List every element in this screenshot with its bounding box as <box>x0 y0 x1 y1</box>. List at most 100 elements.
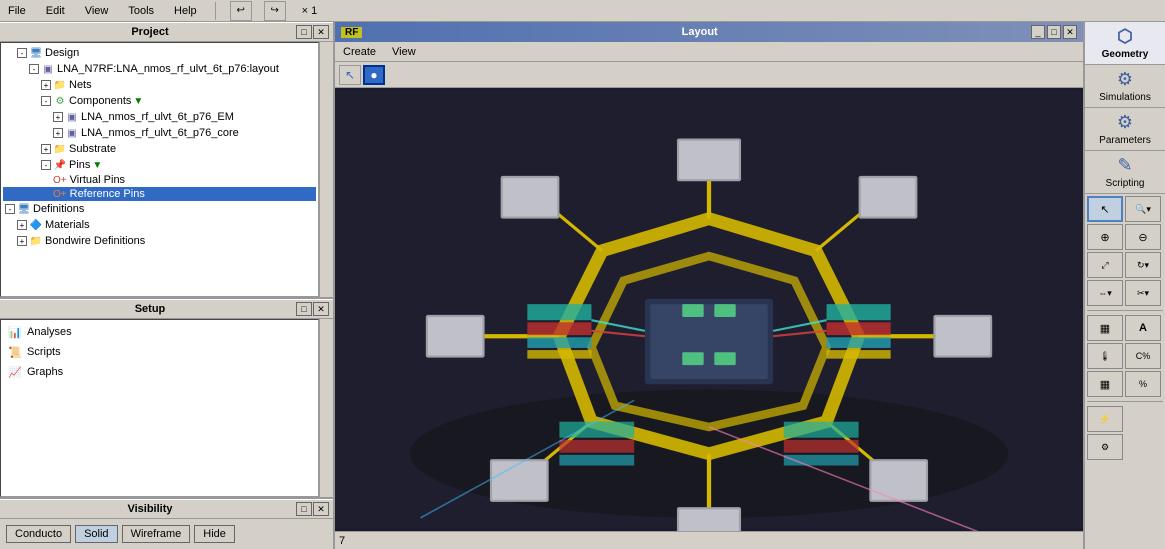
definitions-icon: 🖥 <box>17 202 31 216</box>
rf-arrow-tool[interactable]: ↖ <box>339 65 361 85</box>
c-percent-button[interactable]: C% <box>1125 343 1161 369</box>
setup-scrollbar[interactable] <box>319 319 333 497</box>
tree-item-bondwire[interactable]: + 📁 Bondwire Definitions <box>3 233 316 249</box>
setup-label-analyses: Analyses <box>27 326 72 338</box>
scripts-icon: 📜 <box>7 344 23 360</box>
rf-canvas[interactable] <box>335 88 1083 531</box>
redo-button[interactable]: ↪ <box>264 1 286 21</box>
setup-item-graphs[interactable]: 📈 Graphs <box>3 362 316 382</box>
temp-button[interactable]: 🌡 <box>1087 343 1123 369</box>
tree-item-substrate[interactable]: + 📁 Substrate <box>3 141 316 157</box>
menubar: File Edit View Tools Help ↩ ↪ × 1 <box>0 0 1165 22</box>
tree-label-lna-core: LNA_nmos_rf_ulvt_6t_p76_core <box>81 127 239 139</box>
rf-maximize-button[interactable]: □ <box>1047 25 1061 39</box>
tree-item-nets[interactable]: + 📁 Nets <box>3 77 316 93</box>
bar-chart2-button[interactable]: ▦ <box>1087 371 1123 397</box>
tool-row-fit: ⤢ ↻▾ <box>1087 252 1163 278</box>
project-scrollbar[interactable] <box>319 42 333 297</box>
zoom-in-button[interactable]: ⊕ <box>1087 224 1123 250</box>
tool-row-bar2: ▦ % <box>1087 371 1163 397</box>
rf-menu-view[interactable]: View <box>388 45 420 59</box>
zoom-out-button[interactable]: ⊖ <box>1125 224 1161 250</box>
lna-em-icon: ▣ <box>65 110 79 124</box>
expand-lna-em[interactable]: + <box>53 112 63 122</box>
vis-btn-solid[interactable]: Solid <box>75 525 117 543</box>
tree-label-lna-layout: LNA_N7RF:LNA_nmos_rf_ulvt_6t_p76:layout <box>57 63 279 75</box>
setup-item-analyses[interactable]: 📊 Analyses <box>3 322 316 342</box>
setup-panel: Setup □ ✕ 📊 Analyses 📜 Scripts <box>0 297 333 497</box>
text-label-button[interactable]: A <box>1125 315 1161 341</box>
expand-nets[interactable]: + <box>41 80 51 90</box>
clip-dropdown-button[interactable]: ✂▾ <box>1125 280 1161 306</box>
vis-btn-wireframe[interactable]: Wireframe <box>122 525 191 543</box>
tree-item-lna-layout[interactable]: - ▣ LNA_N7RF:LNA_nmos_rf_ulvt_6t_p76:lay… <box>3 61 316 77</box>
tree-label-pins: Pins <box>69 159 90 171</box>
rf-titlebar: RF Layout _ □ ✕ <box>335 22 1083 42</box>
zoom-label: × 1 <box>302 5 318 17</box>
vis-btn-conducto[interactable]: Conducto <box>6 525 71 543</box>
expand-bondwire[interactable]: + <box>17 236 27 246</box>
undo-button[interactable]: ↩ <box>230 1 252 21</box>
menu-tools[interactable]: Tools <box>124 3 158 19</box>
expand-components[interactable]: - <box>41 96 51 106</box>
rf-circle-tool[interactable]: ● <box>363 65 385 85</box>
percent2-button[interactable]: % <box>1125 371 1161 397</box>
expand-lna-core[interactable]: + <box>53 128 63 138</box>
setup-item-scripts[interactable]: 📜 Scripts <box>3 342 316 362</box>
bar-chart-button[interactable]: ▦ <box>1087 315 1123 341</box>
visibility-panel-buttons: □ ✕ <box>296 502 329 516</box>
tab-geometry[interactable]: ⬡ Geometry <box>1085 22 1165 65</box>
shift-dropdown-button[interactable]: ⇔▾ <box>1087 280 1123 306</box>
expand-materials[interactable]: + <box>17 220 27 230</box>
tree-item-definitions[interactable]: - 🖥 Definitions <box>3 201 316 217</box>
setup-maximize-button[interactable]: □ <box>296 302 312 316</box>
project-close-button[interactable]: ✕ <box>313 25 329 39</box>
tree-item-pins[interactable]: - 📌 Pins ▼ <box>3 157 316 173</box>
lna-core-icon: ▣ <box>65 126 79 140</box>
tab-simulations[interactable]: ⚙ Simulations <box>1085 65 1165 108</box>
tab-parameters[interactable]: ⚙ Parameters <box>1085 108 1165 151</box>
select-tool-button[interactable]: ↖ <box>1087 196 1123 222</box>
fit-button[interactable]: ⤢ <box>1087 252 1123 278</box>
simulations-tab-icon: ⚙ <box>1087 69 1163 90</box>
tree-item-lna-core[interactable]: + ▣ LNA_nmos_rf_ulvt_6t_p76_core <box>3 125 316 141</box>
tree-item-reference-pins[interactable]: O+ Reference Pins <box>3 187 316 201</box>
expand-substrate[interactable]: + <box>41 144 51 154</box>
rf-footer-number: 7 <box>339 535 345 547</box>
expand-definitions[interactable]: - <box>5 204 15 214</box>
setup-label-scripts: Scripts <box>27 346 61 358</box>
setup-label-graphs: Graphs <box>27 366 63 378</box>
menu-edit[interactable]: Edit <box>42 3 69 19</box>
menu-file[interactable]: File <box>4 3 30 19</box>
setup-close-button[interactable]: ✕ <box>313 302 329 316</box>
tree-label-design: Design <box>45 47 79 59</box>
expand-lna[interactable]: - <box>29 64 39 74</box>
project-maximize-button[interactable]: □ <box>296 25 312 39</box>
vis-btn-hide[interactable]: Hide <box>194 525 235 543</box>
visibility-panel-title: Visibility <box>4 503 296 515</box>
visibility-close-button[interactable]: ✕ <box>313 502 329 516</box>
tree-item-design[interactable]: - 🖥 Design <box>3 45 316 61</box>
zoom-dropdown-button[interactable]: 🔍▾ <box>1125 196 1161 222</box>
expand-pins[interactable]: - <box>41 160 51 170</box>
extra-tool2-button[interactable]: ⚙ <box>1087 434 1123 460</box>
visibility-panel: Visibility □ ✕ Conducto Solid Wireframe … <box>0 497 333 549</box>
menu-help[interactable]: Help <box>170 3 201 19</box>
rf-menu-create[interactable]: Create <box>339 45 380 59</box>
substrate-icon: 📁 <box>53 142 67 156</box>
menu-view[interactable]: View <box>81 3 113 19</box>
tree-item-lna-em[interactable]: + ▣ LNA_nmos_rf_ulvt_6t_p76_EM <box>3 109 316 125</box>
extra-tool1-button[interactable]: ⚡ <box>1087 406 1123 432</box>
tree-item-materials[interactable]: + 🔷 Materials <box>3 217 316 233</box>
rf-minimize-button[interactable]: _ <box>1031 25 1045 39</box>
rf-close-button[interactable]: ✕ <box>1063 25 1077 39</box>
tool-row-extra1: ⚡ <box>1087 406 1163 432</box>
analyses-icon: 📊 <box>7 324 23 340</box>
visibility-maximize-button[interactable]: □ <box>296 502 312 516</box>
tab-scripting[interactable]: ✎ Scripting <box>1085 151 1165 194</box>
tree-item-virtual-pins[interactable]: O+ Virtual Pins <box>3 173 316 187</box>
tree-item-components[interactable]: - ⚙ Components ▼ <box>3 93 316 109</box>
rotate-dropdown-button[interactable]: ↻▾ <box>1125 252 1161 278</box>
rf-tag: RF <box>341 27 362 38</box>
expand-design[interactable]: - <box>17 48 27 58</box>
